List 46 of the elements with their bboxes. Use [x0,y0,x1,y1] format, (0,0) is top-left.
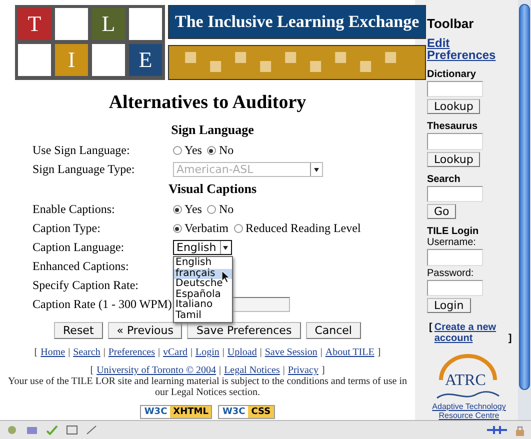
radio-label: Verbatim [184,221,228,236]
login-title: TILE Login [427,226,479,238]
separator: | [260,347,262,358]
logo-tile: T [18,8,51,40]
separator: | [103,347,106,358]
radio-label: Yes [184,143,202,158]
separator: [ [429,322,432,334]
separator: [ [34,347,38,358]
field-label: Caption Rate (1 - 300 WPM): [32,297,172,312]
page-title: Alternatives to Auditory [108,92,306,114]
section-heading: Sign Language [170,122,255,138]
field-label: Password: [427,268,474,279]
separator: | [68,347,70,358]
separator: | [158,347,160,358]
field-label: Username: [427,237,476,248]
field-label: Specify Caption Rate: [32,278,140,293]
toolbar-title: Toolbar [427,16,474,31]
atrc-logo: ATRC [433,354,503,402]
logo-tile: E [129,44,162,76]
separator: | [190,347,192,358]
radio-label: No [218,143,234,158]
separator: [ [90,365,94,376]
radio-label: No [218,202,234,217]
section-heading: Visual Captions [167,181,258,197]
banner-title: The Inclusive Learning Exchange [168,5,426,39]
legal-notice: Your use of the TILE LOR site and learning material is subject to the conditions and terms of use in our Legal Notices section. [7,376,408,398]
field-label: Enable Captions: [32,202,116,217]
field-label: Sign Language Type: [32,162,136,177]
tool-label: Dictionary [427,69,476,80]
radio-label: Reduced Reading Level [246,221,361,236]
field-label: Caption Type: [32,221,102,236]
separator: ] [321,365,325,376]
separator: | [282,365,285,376]
separator: | [320,347,322,358]
field-label: Caption Language: [32,240,126,255]
field-label: Enhanced Captions: [32,259,130,274]
tool-label: Thesaurus [427,121,478,132]
separator: ] [508,333,512,344]
separator: ] [377,347,381,358]
tool-label: Search [427,174,460,185]
logo-tile: L [92,8,125,40]
radio-label: Yes [184,202,202,217]
separator: | [219,365,222,376]
logo-tile: I [55,44,88,76]
separator: | [222,347,224,358]
field-label: Use Sign Language: [32,143,131,158]
